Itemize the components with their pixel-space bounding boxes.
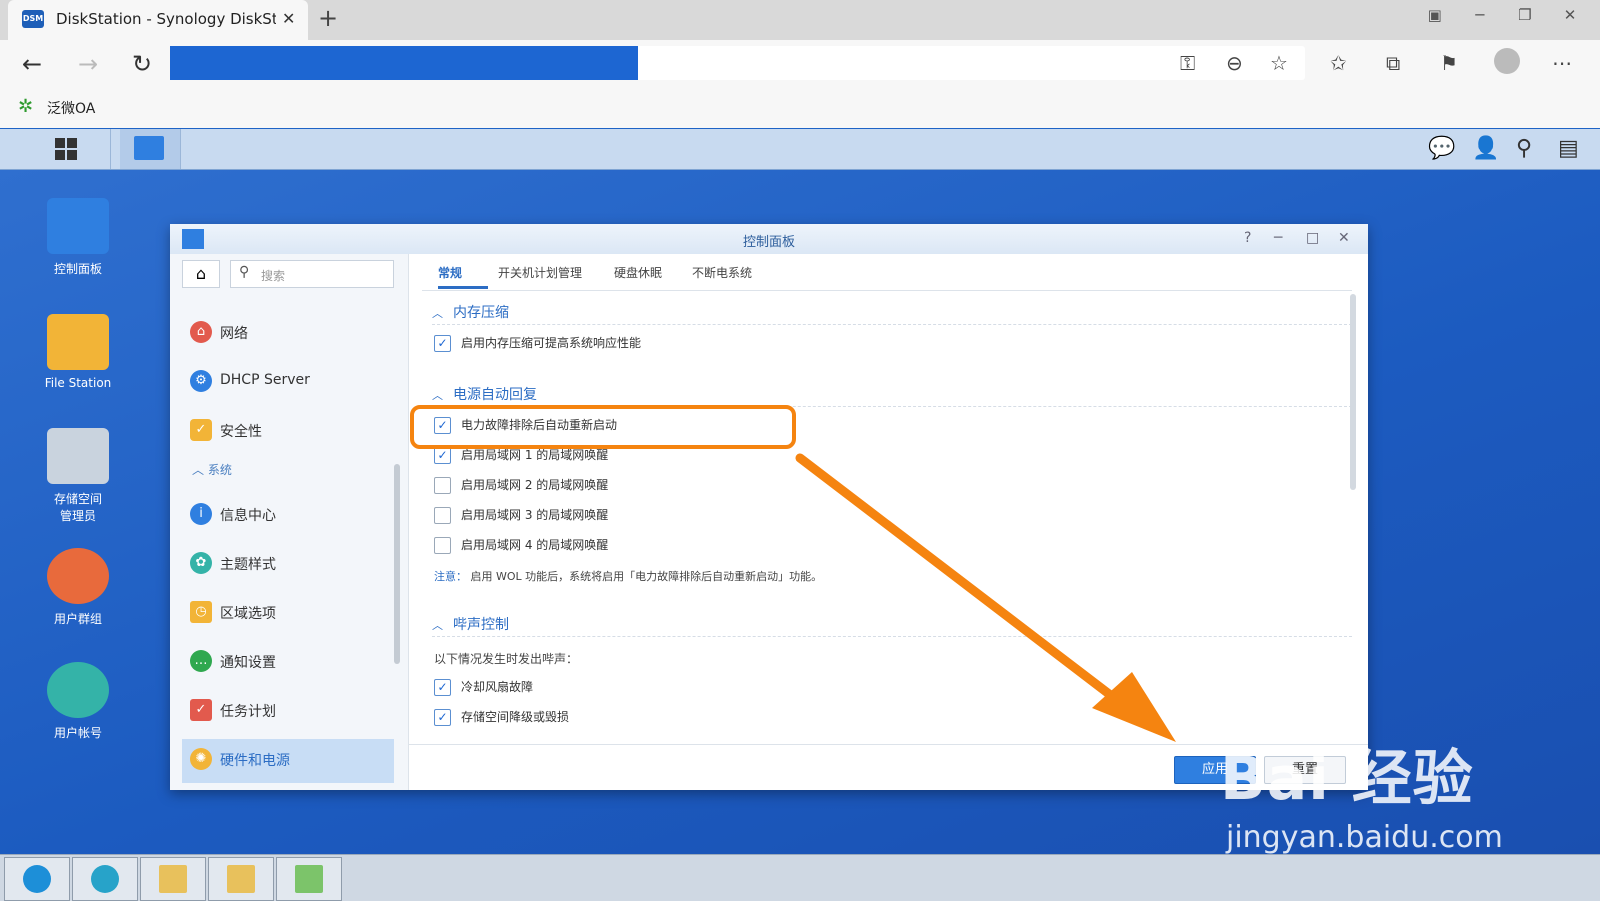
watermark-main: Bai 经验 bbox=[1220, 744, 1474, 814]
arrow-head bbox=[1092, 672, 1176, 742]
baidu-watermark: Bai 经验 jingyan.baidu.com bbox=[1220, 730, 1503, 855]
watermark-url: jingyan.baidu.com bbox=[1226, 820, 1503, 855]
arrow-shaft bbox=[795, 453, 1135, 715]
